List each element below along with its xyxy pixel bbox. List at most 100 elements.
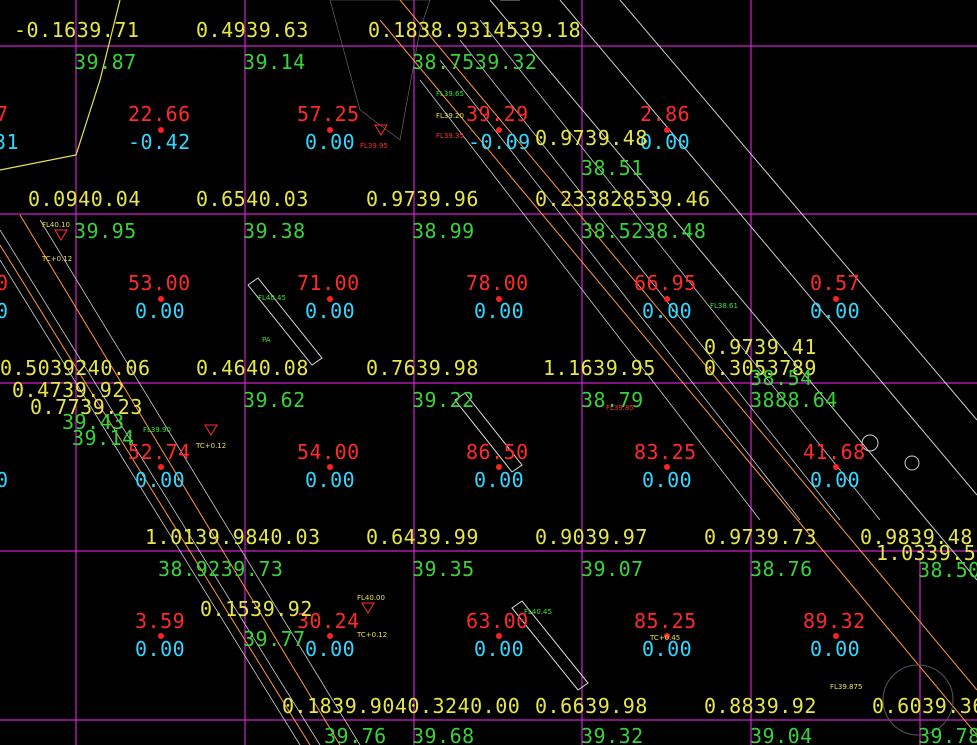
node-existing-elevation: 39.62 (243, 388, 306, 412)
node-design-elevation: 0.9739.48 (535, 126, 648, 150)
cell-cut-value: 0.57 (810, 271, 861, 295)
cell-fill-value: 0.00 (474, 299, 525, 323)
level-annotation: FL39.90 (143, 426, 171, 434)
node-existing-elevation: 39.68 (412, 724, 475, 745)
cell-fill-value: 0.00 (305, 130, 356, 154)
level-annotation: FL39.875 (830, 683, 863, 691)
node-design-elevation: 1.1639.95 (543, 356, 656, 380)
cell-cut-value: 71.00 (297, 271, 360, 295)
level-annotation: TC+0.12 (196, 442, 227, 450)
hatched-band (489, 0, 977, 581)
level-annotation: TC+0.12 (42, 255, 73, 263)
node-design-elevation: 0.1839.9040.3240.00 (282, 694, 521, 718)
node-design-elevation: 0.1539.92 (200, 597, 313, 621)
cell-fill-value: 0.00 (474, 468, 525, 492)
node-existing-elevation: 38.50 (918, 558, 977, 582)
node-existing-elevation: 39.14 (243, 50, 306, 74)
level-annotation: FL40.45 (524, 608, 552, 616)
node-design-elevation: 0.9739.73 (704, 525, 817, 549)
node-existing-elevation: 39.14 (72, 426, 135, 450)
cell-cut-value: 63.00 (466, 609, 529, 633)
node-existing-elevation: 38.99 (412, 219, 475, 243)
level-annotation: FL40.45 (258, 294, 286, 302)
cell-cut-value: 89.32 (803, 609, 866, 633)
node-existing-elevation: 38.76 (750, 557, 813, 581)
cell-fill-value: 0.00 (642, 637, 693, 661)
cell-fill-value: 0 (0, 468, 9, 492)
cell-cut-value: 22.66 (128, 102, 191, 126)
node-existing-elevation: 3888.64 (750, 388, 838, 412)
cad-drawing-canvas[interactable]: 7 31 22.66 -0.42 57.25 0.00 39.29 -0.09 … (0, 0, 977, 745)
cell-cut-value: 66.95 (634, 271, 697, 295)
cell-cut-value: 2.86 (640, 102, 691, 126)
level-annotation: FL39.85 (606, 404, 634, 412)
node-design-elevation: -0.1639.71 (14, 18, 140, 42)
node-existing-elevation: 39.22 (412, 388, 475, 412)
cell-cut-value: 3.59 (135, 609, 186, 633)
cell-fill-value: -0.09 (468, 130, 531, 154)
node-existing-elevation: 39.38 (243, 219, 306, 243)
node-design-elevation: 0.7639.98 (366, 356, 479, 380)
level-annotation: TC+0.45 (650, 634, 681, 642)
level-annotation: FL40.00 (357, 594, 385, 602)
cell-fill-value: 0.00 (135, 637, 186, 661)
cell-cut-value: 57.25 (297, 102, 360, 126)
cell-fill-value: 0.00 (642, 299, 693, 323)
node-existing-elevation: 39.04 (750, 724, 813, 745)
node-design-elevation: 1.0139.9840.03 (145, 525, 321, 549)
cell-fill-value: 0.00 (305, 468, 356, 492)
level-annotation: TC+0.12 (357, 631, 388, 639)
node-design-elevation: 0.4640.08 (196, 356, 309, 380)
cell-cut-value: 7 (0, 102, 9, 126)
cell-fill-value: 0.00 (305, 637, 356, 661)
level-annotation: FL39.65 (436, 90, 464, 98)
cell-fill-value: 0.00 (135, 468, 186, 492)
cell-cut-value: 41.68 (803, 440, 866, 464)
cell-cut-value: 83.25 (634, 440, 697, 464)
cell-cut-value: 78.00 (466, 271, 529, 295)
cell-fill-value: 0.00 (810, 468, 861, 492)
node-existing-elevation: 39.87 (74, 50, 137, 74)
cell-cut-value: 39.29 (466, 102, 529, 126)
cell-fill-value: 0.00 (135, 299, 186, 323)
node-existing-elevation: 38.7539.32 (412, 50, 538, 74)
node-existing-elevation: 39.77 (243, 627, 306, 651)
node-design-elevation: 0.8839.92 (704, 694, 817, 718)
node-existing-elevation: 39.78 (918, 724, 977, 745)
node-existing-elevation: 39.76 (324, 724, 387, 745)
node-design-elevation: 0.5039240.06 (0, 356, 151, 380)
node-design-elevation: 0.9039.97 (535, 525, 648, 549)
level-annotation: PA (262, 336, 271, 344)
node-design-elevation: 0.6540.03 (196, 187, 309, 211)
cell-cut-value: 53.00 (128, 271, 191, 295)
node-design-elevation: 0.9739.41 (704, 335, 817, 359)
node-existing-elevation: 38.54 (750, 366, 813, 390)
cell-cut-value: 52.74 (128, 440, 191, 464)
cell-fill-value: 0 (0, 299, 9, 323)
node-existing-elevation: 38.51 (581, 156, 644, 180)
node-design-elevation: 0.9739.96 (366, 187, 479, 211)
node-existing-elevation: 39.35 (412, 557, 475, 581)
cell-cut-value: 0 (0, 271, 9, 295)
node-design-elevation: 0.0940.04 (28, 187, 141, 211)
cell-cut-value: 54.00 (297, 440, 360, 464)
level-annotation: FL40.10 (42, 221, 70, 229)
cell-fill-value: 0.00 (810, 637, 861, 661)
node-existing-elevation: 39.32 (581, 724, 644, 745)
cell-cut-value: 85.25 (634, 609, 697, 633)
node-existing-elevation: 38.5238.48 (581, 219, 707, 243)
cell-fill-value: 0.00 (305, 299, 356, 323)
cell-fill-value: 0.00 (474, 637, 525, 661)
level-annotation: FL38.61 (710, 302, 738, 310)
node-design-elevation: 0.6039.36 (872, 694, 977, 718)
cell-fill-value: 0.00 (810, 299, 861, 323)
cell-fill-value: -0.42 (128, 130, 191, 154)
node-design-elevation: 0.4939.63 (196, 18, 309, 42)
node-existing-elevation: 39.95 (74, 219, 137, 243)
level-annotation: FL39.95 (360, 142, 388, 150)
node-existing-elevation: 39.07 (581, 557, 644, 581)
cell-fill-value: 31 (0, 130, 20, 154)
cell-cut-value: 86.50 (466, 440, 529, 464)
node-design-elevation: 0.1838.9314539.18 (368, 18, 582, 42)
level-annotation: FL39.35 (436, 132, 464, 140)
